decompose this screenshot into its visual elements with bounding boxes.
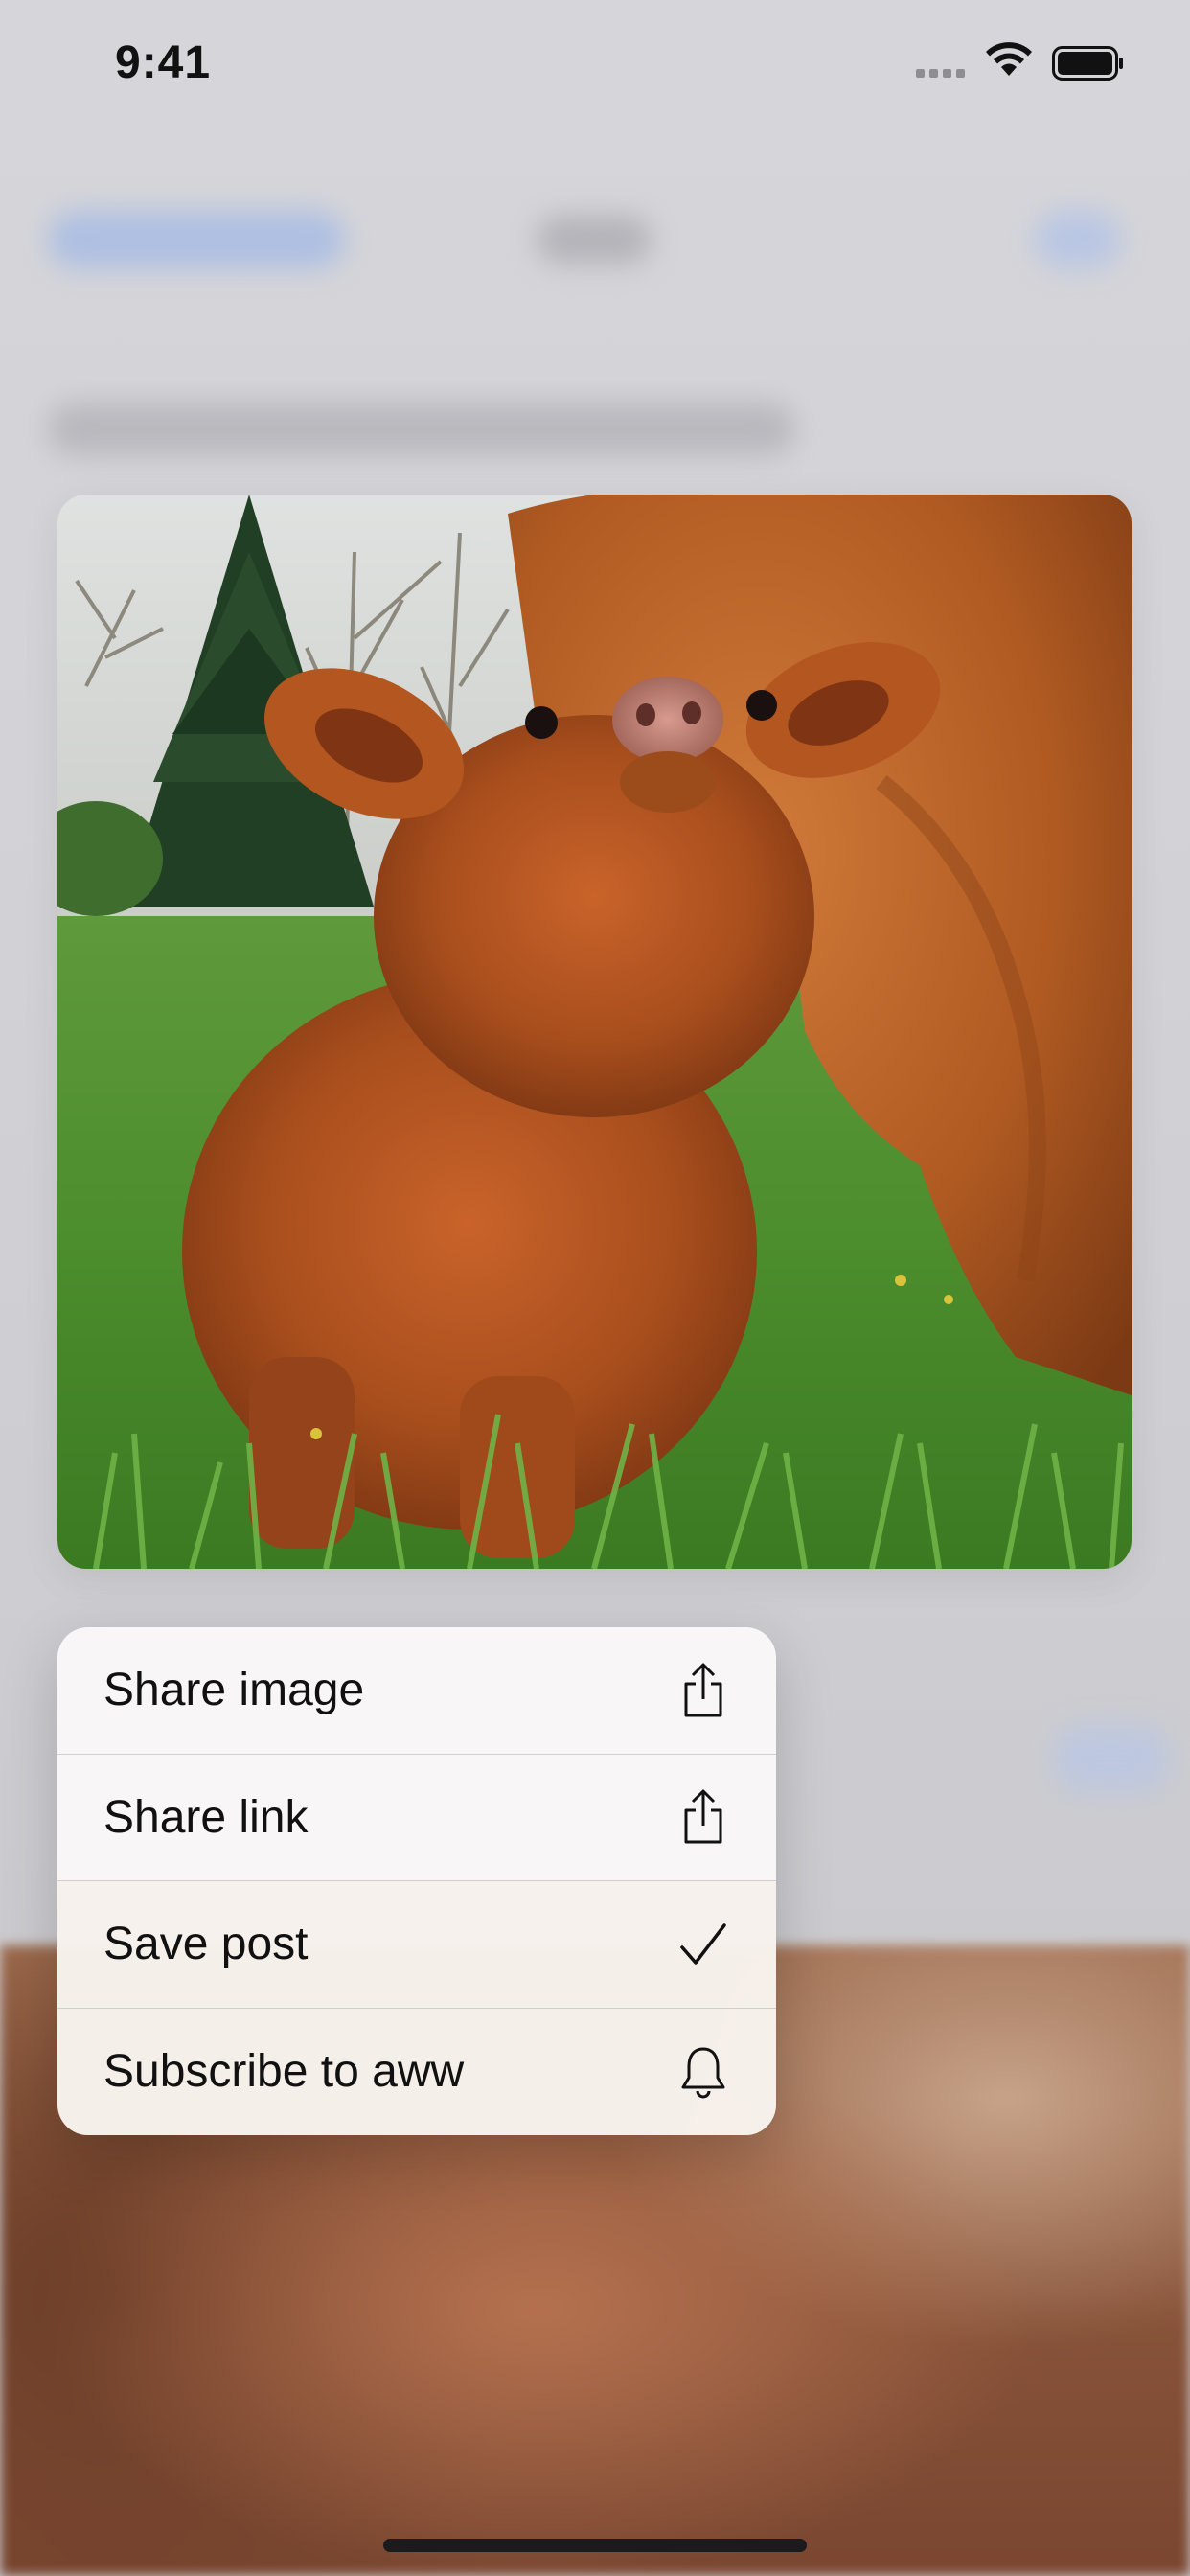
cellular-signal-icon (916, 69, 965, 78)
blurred-nav-title (537, 216, 652, 264)
share-icon (676, 1660, 730, 1721)
status-time: 9:41 (115, 37, 212, 88)
menu-item-share-link[interactable]: Share link (57, 1754, 776, 1881)
blurred-nav-action (1035, 211, 1121, 268)
home-indicator[interactable] (383, 2539, 807, 2552)
wifi-icon (986, 42, 1032, 76)
screen: 9:41 Share image Share link Save post Su… (0, 0, 1190, 2576)
menu-item-label: Share image (103, 1665, 365, 1716)
context-menu: Share image Share link Save post Subscri… (57, 1627, 776, 2135)
menu-item-save-post[interactable]: Save post (57, 1881, 776, 2009)
status-bar: 9:41 (0, 0, 1190, 129)
menu-item-share-image[interactable]: Share image (57, 1627, 776, 1755)
calf-photo (57, 494, 1132, 1569)
blurred-nav-back (48, 211, 345, 268)
blurred-post-title (48, 402, 795, 455)
menu-item-label: Subscribe to aww (103, 2046, 465, 2098)
battery-icon (1052, 46, 1123, 80)
checkmark-icon (676, 1914, 730, 1975)
post-image[interactable] (57, 494, 1132, 1569)
menu-item-label: Share link (103, 1791, 309, 1843)
share-icon (676, 1786, 730, 1848)
bell-icon (676, 2041, 730, 2103)
menu-item-subscribe[interactable]: Subscribe to aww (57, 2008, 776, 2135)
menu-item-label: Save post (103, 1919, 309, 1970)
blurred-button (1054, 1725, 1169, 1792)
